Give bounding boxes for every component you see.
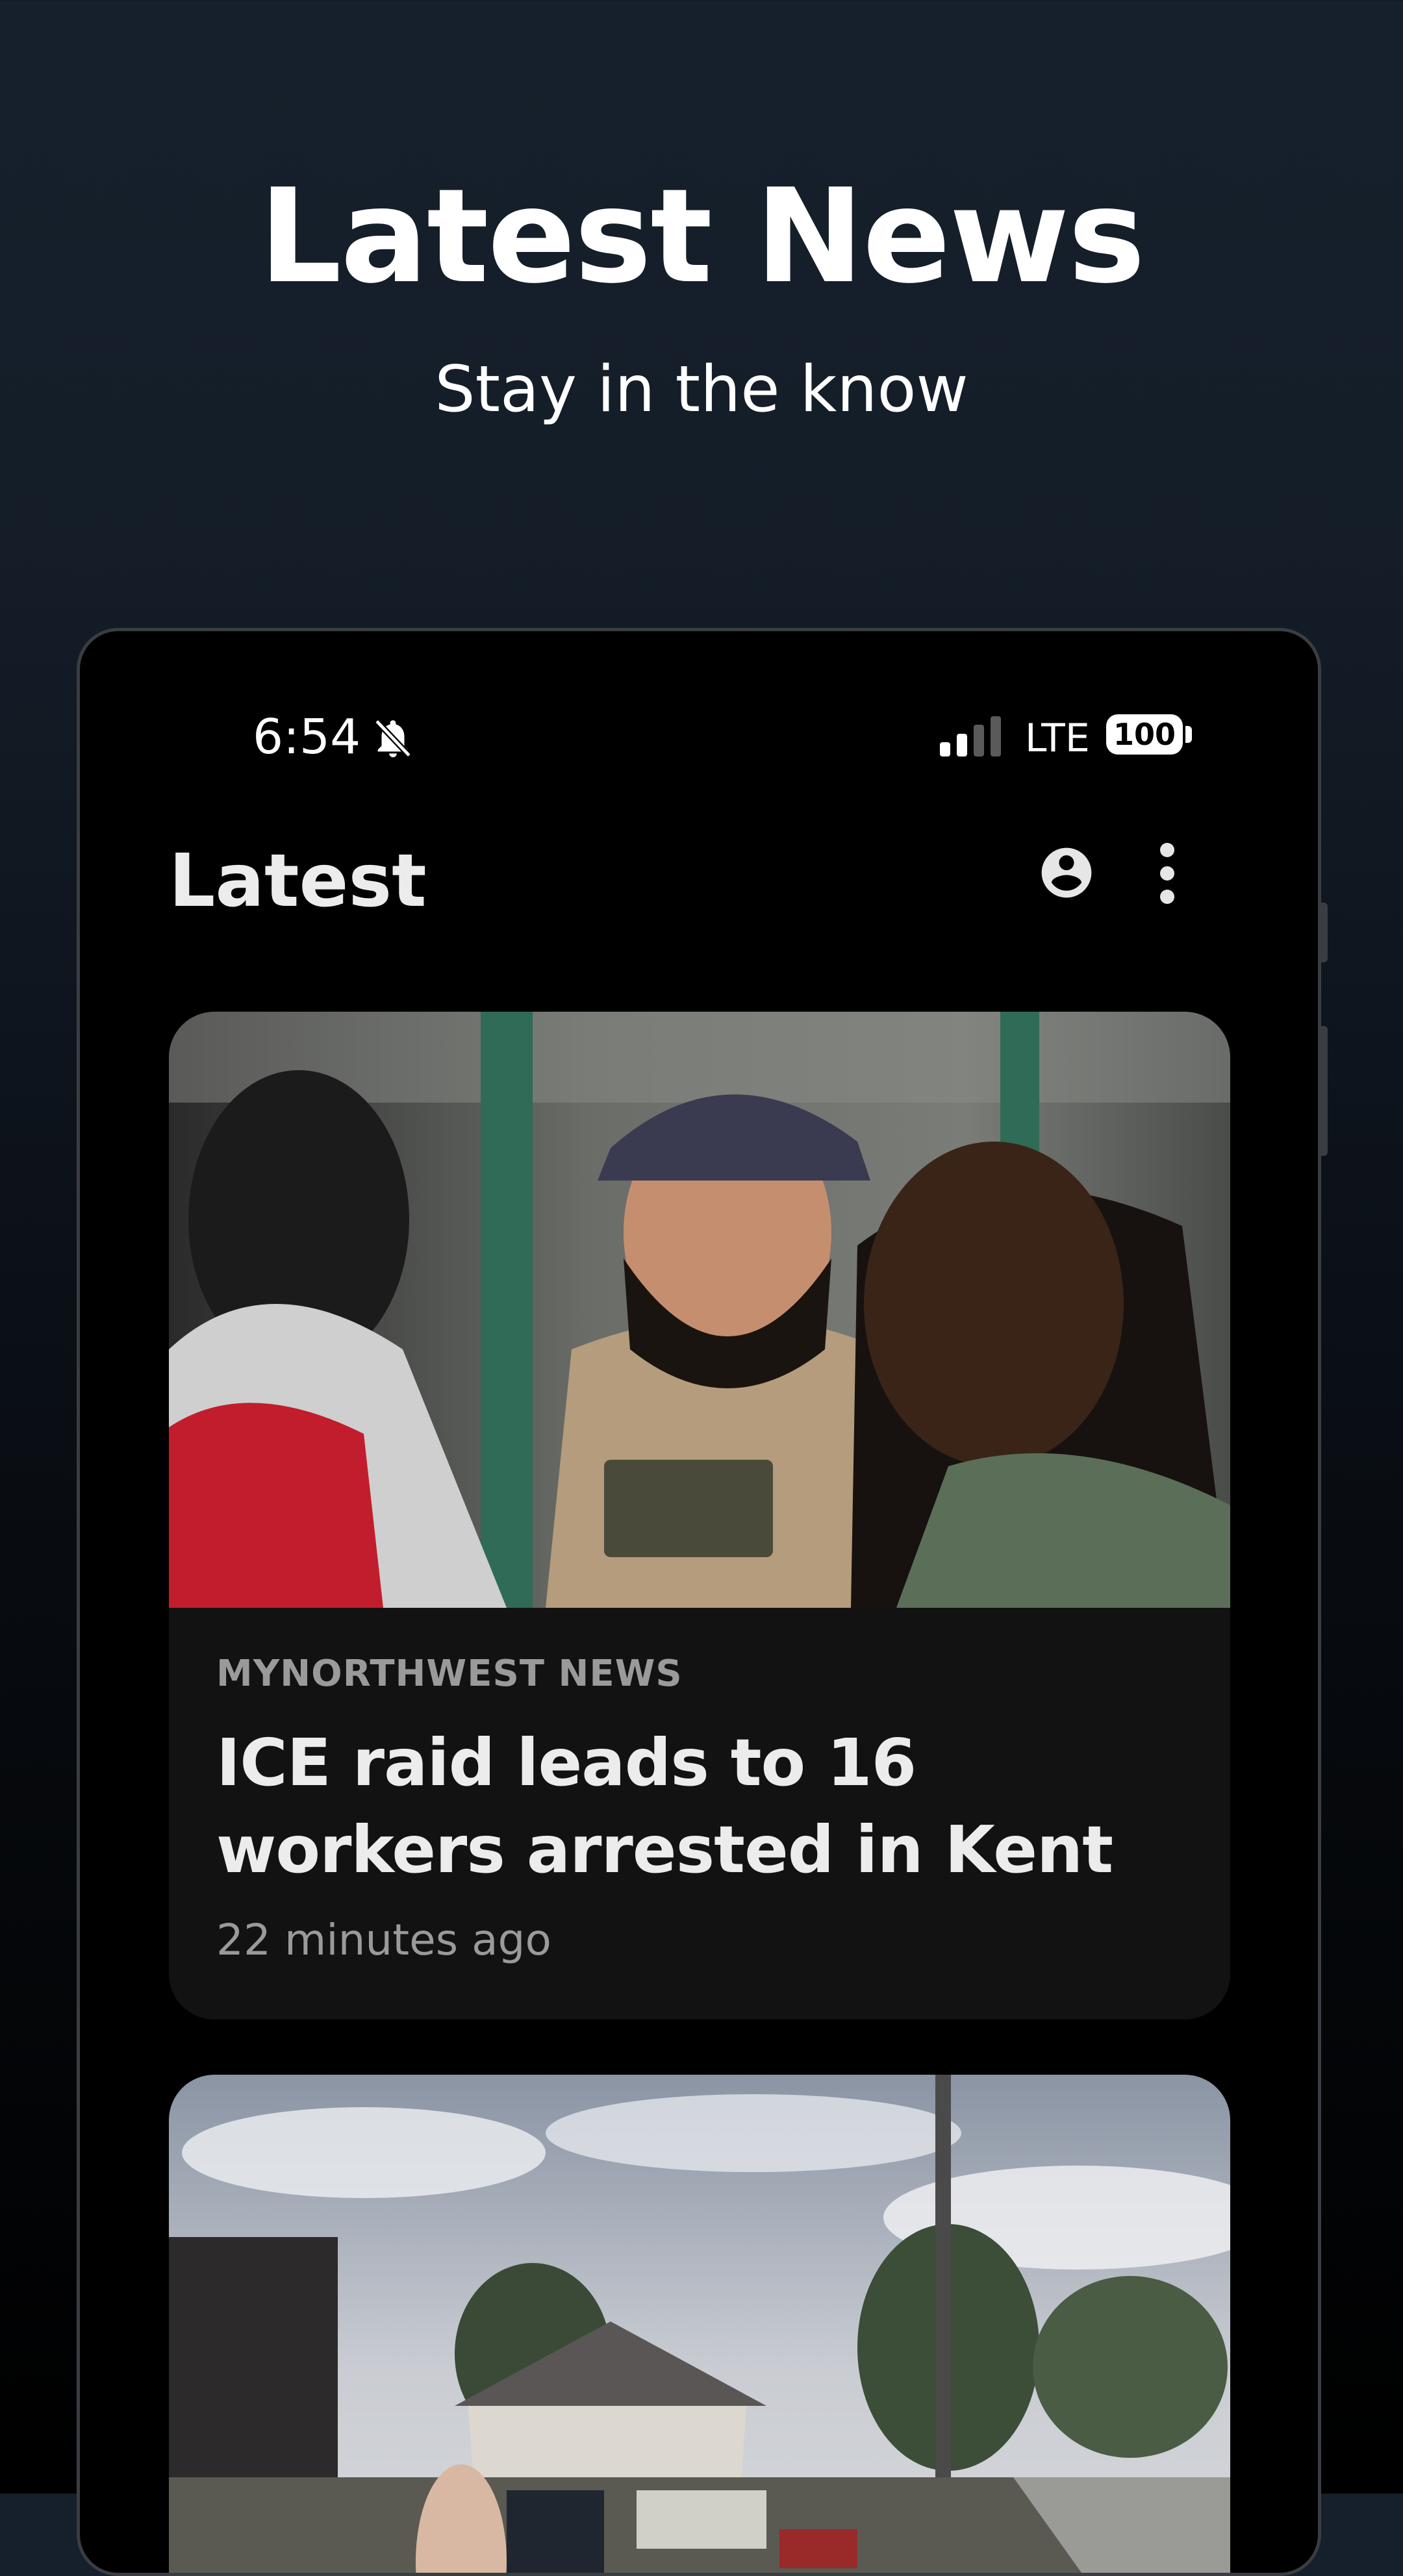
article-headline[interactable]: ICE raid leads to 16 workers arrested in… xyxy=(216,1719,1204,1894)
article-card[interactable]: MYNORTHWEST NEWS ICE raid leads to 16 wo… xyxy=(169,1012,1230,2020)
article-source: MYNORTHWEST NEWS xyxy=(216,1653,683,1695)
status-bar: 6:54 LTE 100 xyxy=(80,631,1318,765)
network-type: LTE xyxy=(1025,716,1090,761)
phone-volume-button xyxy=(1321,1026,1328,1156)
hero-title: Latest News xyxy=(259,161,1146,312)
article-card[interactable] xyxy=(169,2075,1230,2573)
battery-tip xyxy=(1185,726,1192,743)
account-circle-icon[interactable] xyxy=(1037,843,1096,903)
bell-off-icon xyxy=(374,719,412,758)
article-image xyxy=(169,2075,1230,2573)
hero-subtitle: Stay in the know xyxy=(435,353,968,427)
battery-icon: 100 xyxy=(1106,714,1183,755)
article-image xyxy=(169,1012,1230,1608)
signal-icon xyxy=(940,716,1001,757)
status-time: 6:54 xyxy=(253,709,361,765)
article-timestamp: 22 minutes ago xyxy=(216,1915,551,1965)
phone-frame: 6:54 LTE 100 Latest MYNORTHWEST NEWS ICE… xyxy=(77,628,1321,2576)
more-vert-icon[interactable] xyxy=(1154,842,1180,905)
app-title: Latest xyxy=(169,839,427,923)
phone-power-button xyxy=(1321,903,1328,962)
